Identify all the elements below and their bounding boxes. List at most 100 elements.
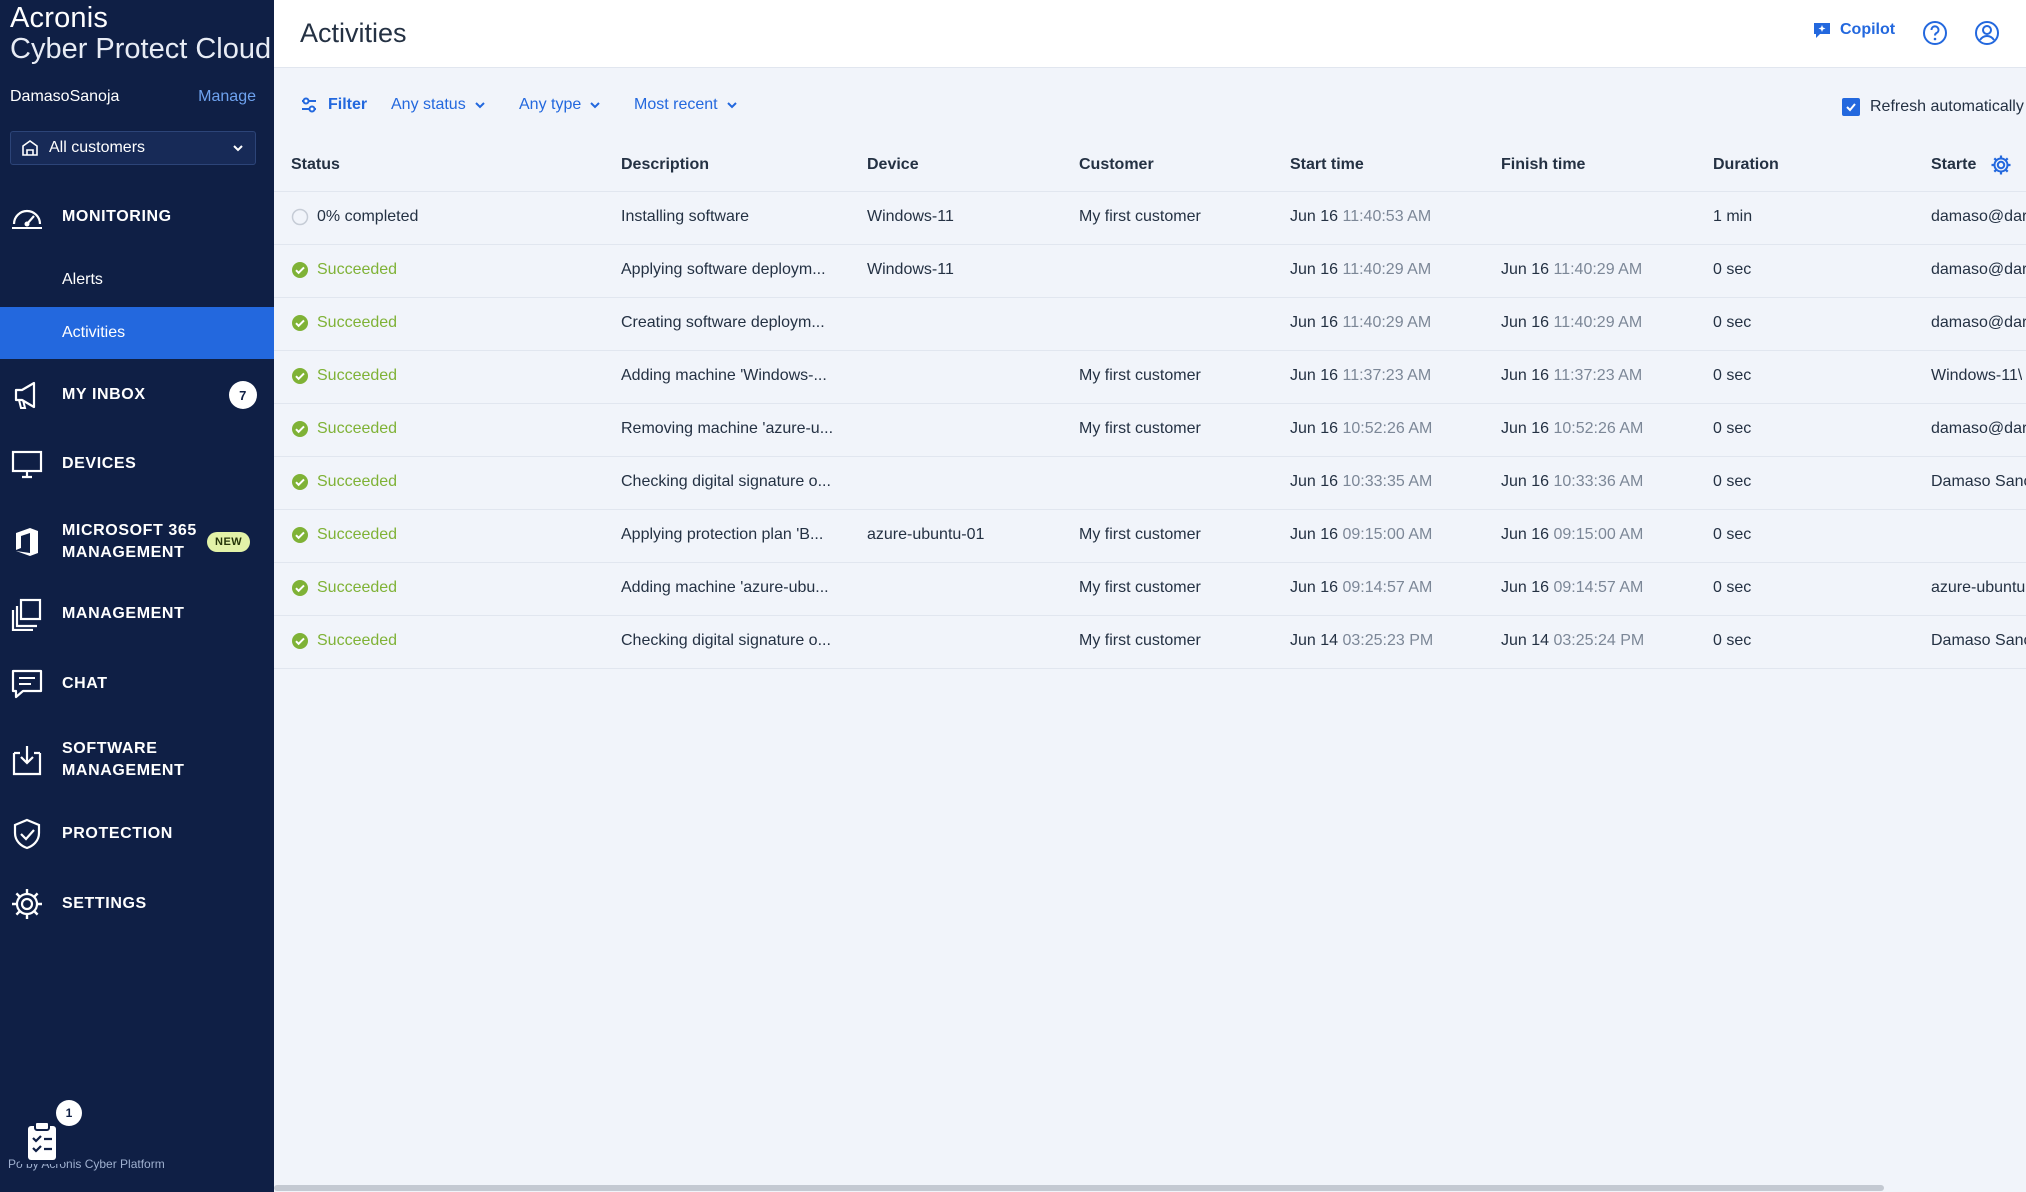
nav-chat[interactable]: CHAT (0, 667, 274, 701)
start-clock: 11:37:23 AM (1342, 367, 1432, 384)
start-time-cell: Jun 16 11:37:23 AM (1290, 367, 1431, 385)
copilot-icon (1814, 23, 1830, 38)
column-customer[interactable]: Customer (1079, 156, 1154, 174)
brand-logo: Acronis Cyber Protect Cloud (10, 4, 271, 64)
clipboard-icon[interactable] (20, 1118, 64, 1164)
nav-monitoring-label: MONITORING (62, 208, 172, 225)
column-start-time[interactable]: Start time (1290, 156, 1364, 174)
finish-clock: 11:40:29 AM (1553, 314, 1643, 331)
status-dropdown[interactable]: Any status (391, 96, 486, 114)
description-cell: Installing software (621, 208, 750, 225)
nav-management[interactable]: MANAGEMENT (0, 597, 274, 631)
start-clock: 09:15:00 AM (1342, 526, 1433, 543)
status-in-progress: 0% completed (291, 208, 418, 226)
checkmark-icon (1846, 103, 1856, 112)
table-row[interactable]: Succeeded Removing machine 'azure-u... My … (274, 404, 2026, 457)
brand-name: Acronis (10, 2, 109, 34)
nav-my-inbox[interactable]: MY INBOX 7 (0, 378, 274, 412)
sort-dropdown[interactable]: Most recent (634, 96, 738, 114)
description-cell: Checking digital signature o... (621, 632, 831, 649)
column-finish-time[interactable]: Finish time (1501, 156, 1585, 174)
manage-link[interactable]: Manage (198, 88, 256, 106)
start-date: Jun 16 (1290, 314, 1339, 331)
nav-alerts[interactable]: Alerts (0, 254, 274, 306)
column-started-by[interactable]: Starte (1931, 156, 1976, 174)
duration-cell: 0 sec (1713, 526, 1752, 543)
brand-product: Cyber Protect Cloud (10, 33, 272, 65)
table-row[interactable]: Succeeded Checking digital signature o...… (274, 457, 2026, 510)
duration-cell: 0 sec (1713, 367, 1752, 384)
start-date: Jun 16 (1290, 261, 1339, 278)
monitor-icon (10, 447, 44, 481)
description-cell: Adding machine 'Windows-... (621, 367, 827, 384)
status-cell: Succeeded (291, 314, 397, 332)
check-circle-icon (292, 633, 308, 649)
description-cell: Applying protection plan 'B... (621, 526, 824, 543)
nav-microsoft-365[interactable]: MICROSOFT 365 MANAGEMENT NEW (0, 520, 274, 564)
finish-date: Jun 16 (1501, 314, 1550, 331)
refresh-checkbox[interactable] (1842, 98, 1860, 116)
status-text: 0% completed (317, 208, 419, 225)
device-cell: azure-ubuntu-01 (867, 526, 985, 543)
finish-time-cell: Jun 16 10:52:26 AM (1501, 420, 1643, 438)
inbox-count-badge: 7 (229, 381, 257, 409)
nav-activities[interactable]: Activities (0, 307, 274, 359)
nav-monitoring[interactable]: MONITORING (0, 200, 274, 234)
nav-protection[interactable]: PROTECTION (0, 817, 274, 851)
user-line: DamasoSanoja Manage (10, 88, 256, 106)
type-dropdown[interactable]: Any type (519, 96, 601, 114)
finish-clock: 11:40:29 AM (1553, 261, 1643, 278)
customer-select[interactable]: All customers (10, 131, 256, 165)
table-row[interactable]: 0% completed Installing software Windows-1… (274, 192, 2026, 245)
check-circle-icon (292, 315, 308, 331)
start-date: Jun 16 (1290, 420, 1339, 437)
finish-date: Jun 16 (1501, 367, 1550, 384)
table-row[interactable]: Succeeded Checking digital signature o...… (274, 616, 2026, 669)
check-circle-icon (292, 262, 308, 278)
started-by-cell: Damaso Sanc (1931, 632, 2026, 649)
customer-cell: My first customer (1079, 208, 1201, 225)
gear-icon (10, 887, 44, 921)
chevron-down-icon (590, 102, 600, 109)
finish-time-cell: Jun 16 10:33:36 AM (1501, 473, 1643, 491)
duration-cell: 1 min (1713, 208, 1753, 225)
horizontal-scrollbar[interactable] (274, 1185, 1884, 1191)
start-clock: 11:40:29 AM (1342, 261, 1432, 278)
table-row[interactable]: Succeeded Adding machine 'azure-ubu... My … (274, 563, 2026, 616)
nav-software-line2: MANAGEMENT (62, 762, 185, 779)
table-row[interactable]: Succeeded Applying software deploym... Win… (274, 245, 2026, 298)
table-row[interactable]: Succeeded Applying protection plan 'B... a… (274, 510, 2026, 563)
chat-icon (10, 667, 44, 701)
column-description[interactable]: Description (621, 156, 709, 174)
start-clock: 10:33:35 AM (1342, 473, 1433, 490)
column-duration[interactable]: Duration (1713, 156, 1779, 174)
start-date: Jun 16 (1290, 526, 1339, 543)
nav-settings[interactable]: SETTINGS (0, 887, 274, 921)
table-row[interactable]: Succeeded Creating software deploym... Jun… (274, 298, 2026, 351)
finish-time-cell: Jun 16 11:40:29 AM (1501, 261, 1642, 279)
account-icon[interactable] (1974, 20, 2000, 51)
filter-button[interactable]: Filter (300, 96, 367, 114)
help-icon[interactable] (1922, 20, 1948, 51)
refresh-toggle[interactable]: Refresh automatically (1842, 98, 2024, 116)
column-device[interactable]: Device (867, 156, 919, 174)
nav-devices-label: DEVICES (62, 455, 137, 472)
sliders-icon (302, 97, 316, 113)
start-time-cell: Jun 16 11:40:29 AM (1290, 261, 1431, 279)
customer-cell: My first customer (1079, 526, 1201, 543)
start-clock: 10:52:26 AM (1342, 420, 1433, 437)
finish-time-cell: Jun 14 03:25:24 PM (1501, 632, 1644, 650)
column-settings-icon[interactable] (1990, 154, 2012, 181)
column-status[interactable]: Status (291, 156, 340, 174)
nav-microsoft-365-label: MICROSOFT 365 MANAGEMENT (62, 520, 197, 564)
copilot-button[interactable]: Copilot (1812, 20, 1895, 40)
finish-clock: 03:25:24 PM (1553, 632, 1645, 649)
check-circle-icon (292, 527, 308, 543)
finish-clock: 10:52:26 AM (1553, 420, 1644, 437)
sidebar: Acronis Cyber Protect Cloud DamasoSanoja… (0, 0, 274, 1192)
finish-time-cell: Jun 16 11:40:29 AM (1501, 314, 1642, 332)
nav-software-management[interactable]: SOFTWARE MANAGEMENT (0, 738, 274, 782)
table-row[interactable]: Succeeded Adding machine 'Windows-... My f… (274, 351, 2026, 404)
nav-devices[interactable]: DEVICES (0, 447, 274, 481)
status-text: Succeeded (317, 632, 398, 649)
